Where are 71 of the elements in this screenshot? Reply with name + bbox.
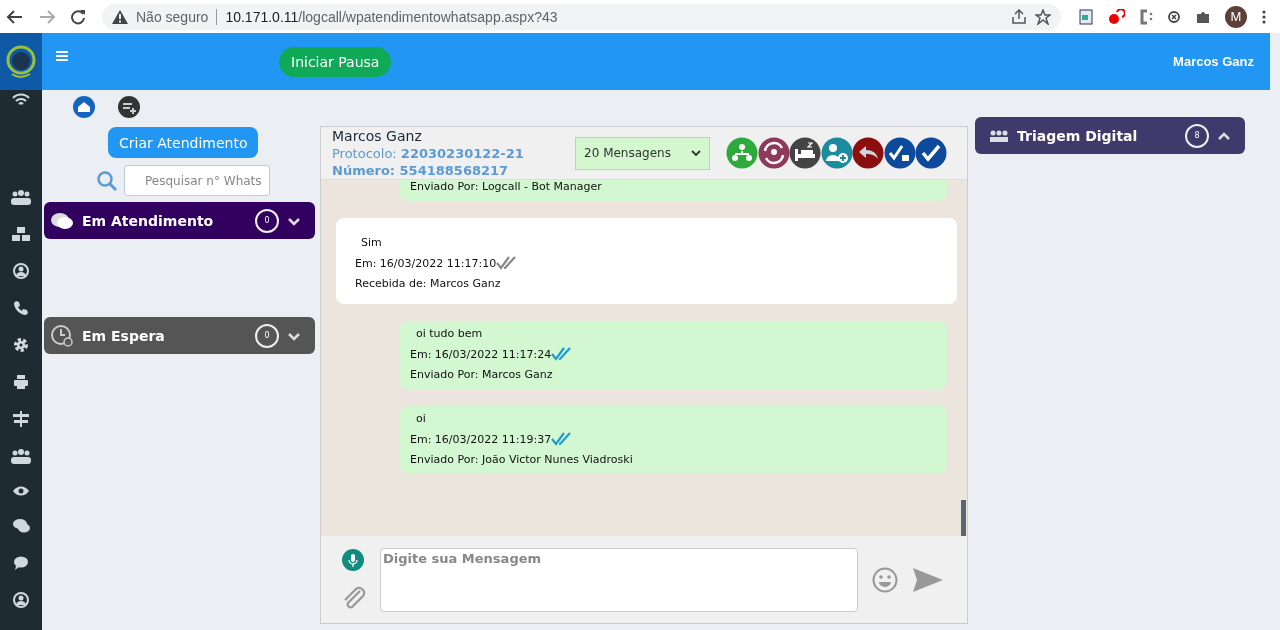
message-time: Em: 16/03/2022 11:17:10 [355, 256, 497, 270]
number-text: Número: 554188568217 [332, 163, 510, 178]
scrollbar-thumb[interactable] [961, 500, 966, 536]
back-icon[interactable] [6, 8, 24, 25]
message-time: Em: 16/03/2022 11:19:37 [410, 432, 552, 446]
chat-bubbles-icon [50, 210, 74, 231]
warning-icon [112, 9, 128, 24]
security-label: Não seguro [136, 8, 209, 25]
menu-icon[interactable] [56, 50, 68, 61]
users-icon[interactable] [11, 189, 31, 205]
chevron-icon[interactable] [287, 215, 301, 226]
star-icon[interactable] [1035, 8, 1051, 25]
queue-title: Triagem Digital [1017, 127, 1139, 144]
printer-icon[interactable] [13, 374, 29, 390]
microphone-icon[interactable] [342, 548, 364, 571]
wifi-icon[interactable] [12, 93, 30, 107]
message-text: Sim [360, 236, 383, 249]
list-add-icon[interactable] [118, 96, 140, 118]
users-icon[interactable] [11, 448, 31, 464]
eye-icon[interactable] [12, 485, 30, 497]
gear-icon[interactable] [13, 337, 29, 353]
message-count-select[interactable]: 20 Mensagens [575, 136, 710, 170]
protocol-text: Protocolo: 22030230122-21 [332, 146, 525, 161]
balloon-icon[interactable] [1107, 8, 1125, 25]
count-badge: 0 [255, 323, 279, 348]
reply-icon[interactable] [852, 137, 884, 169]
address-bar[interactable]: Não seguro 10.171.0.11/logcall/wpatendimentowhatsapp.aspx?43 [102, 3, 1061, 30]
queue-panel[interactable]: Triagem Digital 8 [975, 117, 1245, 154]
message-time: Em: 16/03/2022 11:17:24 [410, 347, 552, 361]
url-text: 10.171.0.11/logcall/wpatendimentowhatsapp.aspx?43 [225, 8, 559, 25]
contact-name: Marcos Ganz [332, 128, 423, 144]
document-icon[interactable] [1079, 8, 1093, 25]
clock-icon [50, 323, 74, 348]
circle-x-icon[interactable] [1167, 9, 1181, 24]
message-text: oi [415, 412, 427, 425]
message-sender: Recebida de: Marcos Ganz [355, 277, 502, 290]
caret-icon [690, 150, 701, 156]
people-row-icon [989, 128, 1009, 143]
phone-icon[interactable] [13, 300, 29, 316]
chat-icon[interactable] [12, 518, 30, 534]
queue-panel[interactable]: Em Espera 0 [44, 317, 315, 354]
queue-title: Em Atendimento [82, 212, 215, 229]
queue-panel[interactable]: Em Atendimento 0 [44, 202, 315, 239]
home-icon[interactable] [73, 96, 95, 118]
bed-icon[interactable] [789, 137, 821, 169]
bracket-icon[interactable] [1139, 8, 1153, 25]
search-icon[interactable] [96, 169, 118, 192]
count-badge: 0 [255, 208, 279, 233]
message-sender: Enviado Por: Marcos Ganz [410, 368, 554, 381]
message-input[interactable]: Digite sua Mensagem [380, 547, 858, 612]
add-user-icon[interactable] [820, 137, 853, 169]
cubes-icon[interactable] [11, 226, 31, 242]
more-icon[interactable] [1261, 8, 1267, 25]
network-people-icon[interactable] [726, 137, 758, 169]
chat-icon[interactable] [13, 555, 29, 571]
user-circle-icon[interactable] [13, 592, 29, 608]
message-sender: Enviado Por: Logcall - Bot Manager [410, 180, 603, 193]
chevron-icon[interactable] [287, 330, 301, 341]
share-icon[interactable] [1011, 8, 1027, 25]
message-sender: Enviado Por: João Victor Nunes Viadroski [410, 453, 634, 466]
user-circle-icon[interactable] [13, 263, 29, 279]
search-field[interactable]: Pesquisar n° Whats [124, 165, 270, 196]
message-text: oi tudo bem [415, 327, 484, 340]
reload-icon[interactable] [70, 8, 86, 25]
check-icon[interactable] [915, 137, 947, 169]
count-badge: 8 [1185, 123, 1209, 148]
chevron-icon[interactable] [1217, 130, 1231, 141]
profile-avatar[interactable]: M [1225, 5, 1247, 28]
signpost-icon[interactable] [12, 411, 30, 427]
user-name: Marcos Ganz [1173, 54, 1254, 69]
queue-title: Em Espera [82, 327, 166, 344]
